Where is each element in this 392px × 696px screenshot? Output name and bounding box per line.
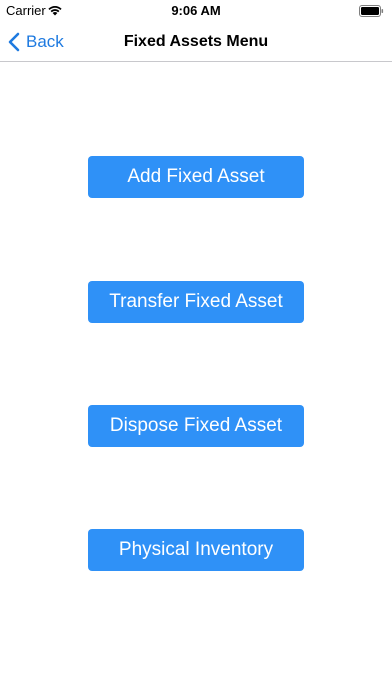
dispose-fixed-asset-button[interactable]: Dispose Fixed Asset [88, 405, 304, 447]
status-bar: Carrier 9:06 AM [0, 0, 392, 22]
navigation-bar: Back Fixed Assets Menu [0, 22, 392, 62]
transfer-fixed-asset-button[interactable]: Transfer Fixed Asset [88, 281, 304, 323]
status-time: 9:06 AM [171, 3, 221, 18]
back-label: Back [26, 31, 64, 51]
back-button[interactable]: Back [8, 22, 64, 61]
add-fixed-asset-button[interactable]: Add Fixed Asset [88, 156, 304, 198]
chevron-left-icon [8, 32, 20, 51]
physical-inventory-button[interactable]: Physical Inventory [88, 529, 304, 571]
battery-icon [359, 5, 384, 17]
